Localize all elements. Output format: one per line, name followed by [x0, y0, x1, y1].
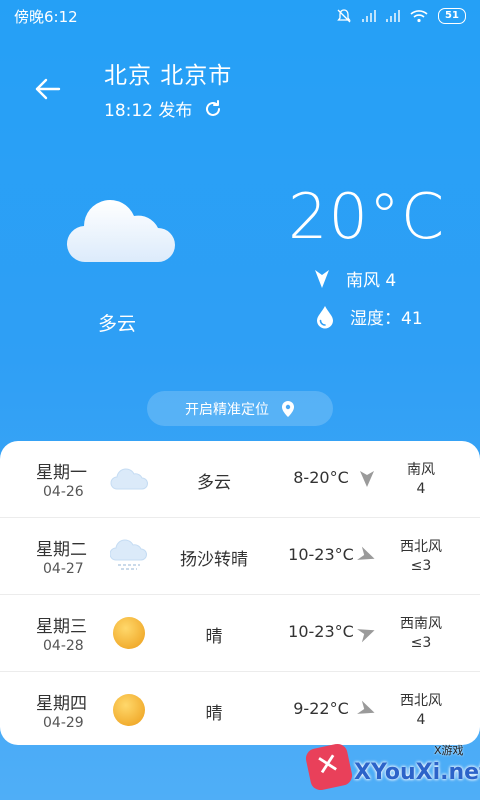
forecast-condition: 多云 — [197, 473, 231, 493]
precise-location-button[interactable]: 开启精准定位 — [147, 391, 333, 426]
forecast-condition: 晴 — [205, 627, 223, 647]
forecast-row[interactable]: 星期一 04-26 多云 8-20°C 南风 4 — [0, 441, 480, 518]
city-title: 北京 北京市 — [104, 63, 233, 89]
forecast-wind-dir: 南风 — [407, 462, 435, 478]
forecast-wind-dir: 西北风 — [400, 693, 442, 709]
back-arrow-icon[interactable] — [33, 74, 63, 104]
forecast-wind-dir: 西北风 — [400, 539, 442, 555]
forecast-list: 星期一 04-26 多云 8-20°C 南风 4 星期二 04-27 扬沙转晴 … — [0, 441, 480, 745]
forecast-date: 04-28 — [43, 638, 84, 654]
refresh-icon[interactable] — [202, 98, 224, 120]
forecast-condition: 扬沙转晴 — [180, 550, 248, 570]
wind-direction-icon — [357, 546, 375, 560]
forecast-wind-dir: 西南风 — [400, 616, 442, 632]
publish-time: 18:12 发布 — [104, 101, 193, 121]
publish-info: 18:12 发布 — [104, 96, 224, 121]
forecast-condition: 晴 — [205, 704, 223, 724]
wind-direction-icon — [357, 629, 375, 643]
mute-icon — [337, 9, 351, 23]
cloud-icon — [110, 468, 148, 490]
forecast-wind-level: ≤3 — [410, 558, 432, 574]
forecast-wind-level: 4 — [416, 712, 426, 728]
signal-icon — [386, 10, 400, 22]
wifi-icon — [410, 10, 428, 23]
humidity-text: 湿度：41 — [350, 309, 423, 329]
forecast-row[interactable]: 星期二 04-27 扬沙转晴 10-23°C 西北风 ≤3 — [0, 518, 480, 595]
wind-text: 南风 4 — [346, 271, 397, 291]
sun-icon — [113, 617, 145, 649]
forecast-date: 04-29 — [43, 715, 84, 731]
forecast-wind-level: ≤3 — [410, 635, 432, 651]
cloud-icon — [66, 200, 175, 263]
dust-cloud-icon — [110, 539, 147, 570]
battery-icon: 51 — [438, 8, 466, 24]
status-icons: 51 — [336, 8, 466, 24]
forecast-row[interactable]: 星期四 04-29 晴 9-22°C 西北风 4 — [0, 672, 480, 748]
status-time: 傍晚6:12 — [14, 7, 78, 26]
signal-icon — [362, 10, 376, 22]
wind-direction-icon — [360, 471, 374, 487]
forecast-wind-level: 4 — [416, 481, 426, 497]
site-watermark: ✕ X游戏 XYouXi.net — [302, 742, 480, 800]
humidity-drop-icon — [317, 305, 333, 328]
watermark-tag: X游戏 — [434, 744, 464, 757]
current-temperature: 20°C — [288, 180, 446, 253]
forecast-date: 04-27 — [43, 561, 84, 577]
wind-direction-icon — [315, 269, 329, 288]
watermark-site: XYouXi.net — [354, 760, 480, 785]
forecast-day: 星期一 — [36, 463, 87, 483]
location-pin-icon — [282, 400, 294, 417]
forecast-day: 星期三 — [36, 617, 87, 637]
forecast-day: 星期四 — [36, 694, 87, 714]
wind-direction-icon — [357, 700, 375, 714]
forecast-date: 04-26 — [43, 484, 84, 500]
current-condition: 多云 — [98, 313, 137, 335]
current-wind: 南风 4 — [314, 266, 396, 291]
current-humidity: 湿度：41 — [314, 304, 423, 329]
sun-icon — [113, 694, 145, 726]
forecast-row[interactable]: 星期三 04-28 晴 10-23°C 西南风 ≤3 — [0, 595, 480, 672]
status-bar: 傍晚6:12 51 — [0, 0, 480, 32]
forecast-day: 星期二 — [36, 540, 87, 560]
precise-location-label: 开启精准定位 — [185, 401, 269, 418]
